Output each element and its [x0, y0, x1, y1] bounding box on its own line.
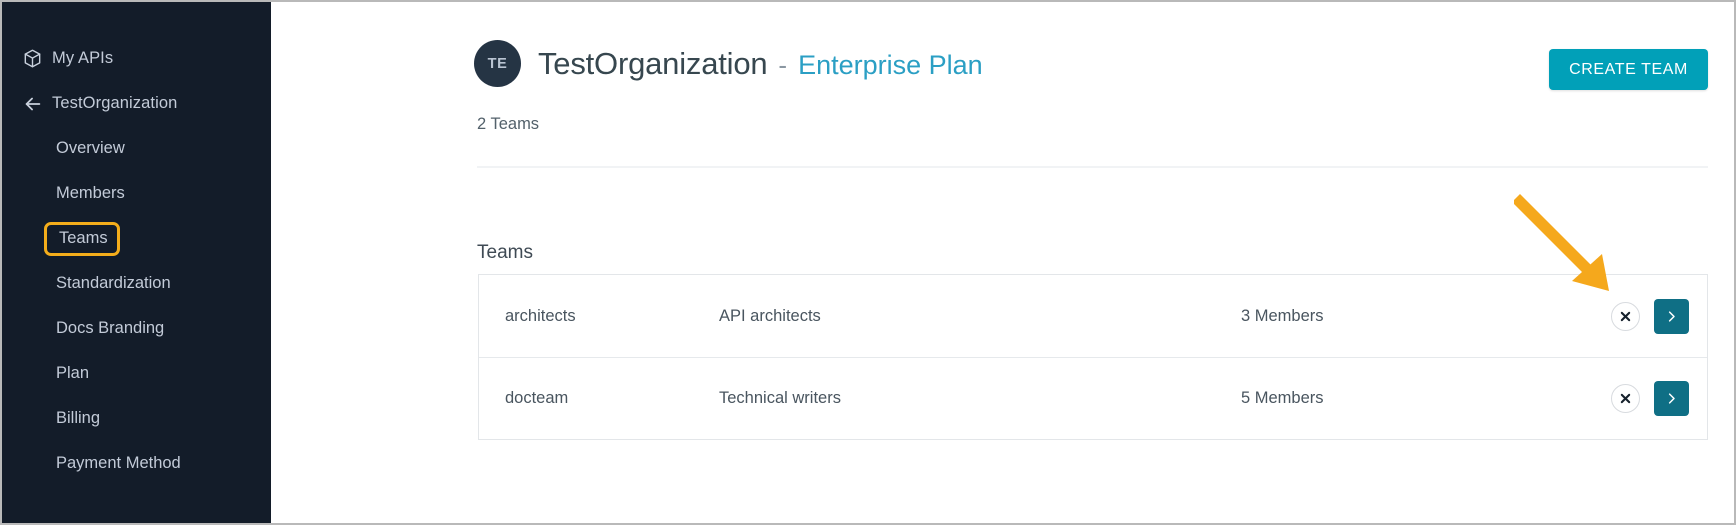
team-description: API architects — [719, 306, 821, 325]
sidebar-item-teams-wrapper: Teams — [2, 216, 271, 261]
sidebar-item-docs-branding[interactable]: Docs Branding — [2, 306, 271, 351]
app-window: My APIs TestOrganization Overview Member… — [0, 0, 1736, 525]
sidebar-item-label-docs-branding: Docs Branding — [56, 319, 165, 337]
sidebar-item-my-apis[interactable]: My APIs — [2, 36, 271, 81]
sidebar-item-payment-method[interactable]: Payment Method — [2, 441, 271, 486]
remove-team-button[interactable] — [1611, 384, 1640, 413]
create-team-button[interactable]: CREATE TEAM — [1549, 49, 1708, 90]
sidebar-item-label-testorganization: TestOrganization — [52, 94, 178, 112]
main-content: TE TestOrganization - Enterprise Plan 2 … — [271, 2, 1734, 523]
sidebar-item-label-teams: Teams — [59, 229, 108, 247]
team-name: docteam — [505, 389, 569, 407]
cube-icon — [22, 48, 52, 69]
sidebar-item-label-members: Members — [56, 184, 125, 202]
arrow-left-icon — [22, 93, 52, 115]
sidebar-item-plan[interactable]: Plan — [2, 351, 271, 396]
plan-link[interactable]: Enterprise Plan — [798, 50, 983, 81]
sidebar-item-label-standardization: Standardization — [56, 274, 171, 292]
open-team-button[interactable] — [1654, 381, 1689, 416]
sidebar-item-label-plan: Plan — [56, 364, 90, 382]
chevron-right-icon — [1664, 309, 1679, 324]
teams-section-label: Teams — [477, 242, 533, 263]
sidebar-item-members[interactable]: Members — [2, 171, 271, 216]
sidebar-item-label-overview: Overview — [56, 139, 125, 157]
sidebar-item-standardization[interactable]: Standardization — [2, 261, 271, 306]
table-row[interactable]: architects API architects 3 Members — [479, 275, 1707, 358]
organization-name: TestOrganization — [538, 45, 768, 81]
close-x-icon — [1620, 393, 1631, 404]
page-title: TestOrganization - Enterprise Plan — [538, 46, 983, 82]
chevron-right-icon — [1664, 391, 1679, 406]
row-actions — [1611, 298, 1707, 334]
team-description: Technical writers — [719, 389, 841, 407]
sidebar-item-teams[interactable]: Teams — [44, 221, 120, 256]
page-header: TE TestOrganization - Enterprise Plan — [474, 40, 983, 87]
sidebar-item-overview[interactable]: Overview — [2, 126, 271, 171]
sidebar-item-testorganization[interactable]: TestOrganization — [2, 81, 271, 126]
table-row[interactable]: docteam Technical writers 5 Members — [479, 357, 1707, 439]
close-x-icon — [1620, 311, 1631, 322]
title-separator: - — [778, 49, 788, 80]
row-actions — [1611, 381, 1707, 416]
header-divider — [477, 166, 1708, 168]
avatar: TE — [474, 40, 521, 87]
teams-table: architects API architects 3 Members doct… — [478, 274, 1708, 440]
open-team-button[interactable] — [1654, 298, 1689, 334]
team-count-label: 2 Teams — [477, 115, 540, 133]
team-member-count: 5 Members — [1241, 389, 1324, 407]
sidebar-item-label-my-apis: My APIs — [52, 49, 114, 67]
team-name: architects — [505, 306, 576, 325]
sidebar: My APIs TestOrganization Overview Member… — [2, 2, 271, 523]
team-member-count: 3 Members — [1241, 306, 1324, 325]
sidebar-item-billing[interactable]: Billing — [2, 396, 271, 441]
sidebar-item-label-payment-method: Payment Method — [56, 454, 181, 472]
remove-team-button[interactable] — [1611, 301, 1640, 331]
sidebar-item-label-billing: Billing — [56, 409, 101, 427]
